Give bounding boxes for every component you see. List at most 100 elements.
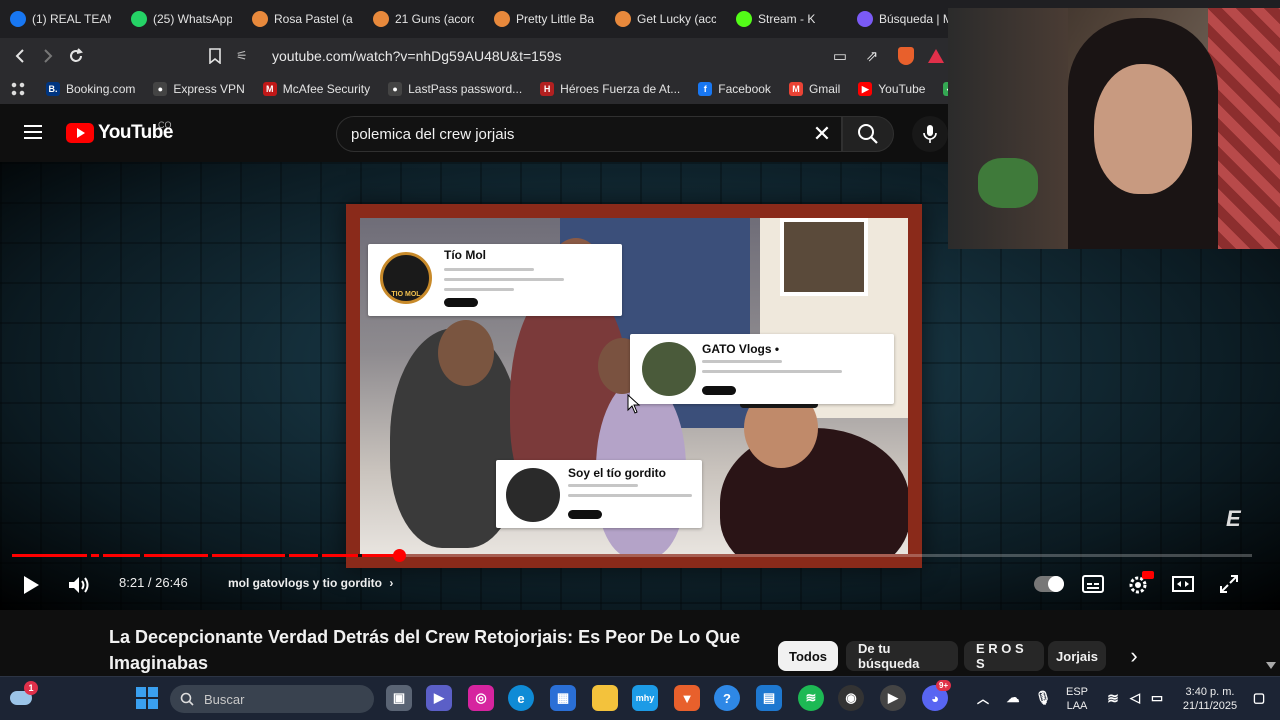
weather-widget[interactable]: 1 (8, 681, 38, 711)
tio-gordito-avatar (506, 468, 560, 522)
chapter-button[interactable]: mol gatovlogs y tio gordito › (228, 576, 393, 590)
tab-title: Búsqueda | M (879, 12, 953, 26)
volume-button[interactable] (64, 572, 94, 598)
battery-button[interactable]: ▭ (1144, 685, 1170, 711)
search-input[interactable]: polemica del crew jorjais (336, 116, 842, 152)
file-explorer-button[interactable] (592, 685, 618, 711)
settings-button[interactable] (1124, 571, 1154, 599)
subscribe-pill (444, 298, 478, 307)
tray-overflow-button[interactable]: ︿ (970, 685, 996, 711)
obs-button[interactable]: ◉ (838, 685, 864, 711)
messenger-app-button[interactable]: mhy (632, 685, 658, 711)
help-button[interactable]: ? (714, 685, 740, 711)
back-button[interactable] (6, 42, 34, 70)
teams-button[interactable]: ▶ (426, 685, 452, 711)
forward-button[interactable] (34, 42, 62, 70)
share-button[interactable]: ⇗ (858, 42, 886, 70)
browser-tab[interactable]: Pretty Little Ba (484, 0, 605, 38)
channel-card-tio-gordito: Soy el tío gordito (496, 460, 702, 528)
browser-tab[interactable]: Get Lucky (acc (605, 0, 726, 38)
chips-next-button[interactable]: › (1122, 643, 1146, 668)
chapter-marker (208, 554, 212, 557)
fullscreen-button[interactable] (1216, 572, 1242, 596)
brave-shields-button[interactable] (892, 42, 920, 70)
tab-title: Get Lucky (acc (637, 12, 716, 26)
brave-taskbar-button[interactable]: ▼ (674, 685, 700, 711)
chevron-right-icon: › (389, 576, 394, 590)
discord-button[interactable]: ◕ 9+ (922, 680, 952, 711)
reload-button[interactable] (62, 42, 90, 70)
notifications-button[interactable]: ▢ (1246, 685, 1272, 711)
hd-badge-icon (1142, 571, 1154, 579)
menu-hamburger-icon[interactable] (24, 125, 42, 139)
video-progress-bar[interactable] (12, 549, 1252, 562)
spotify-button[interactable]: ≋ (798, 685, 824, 711)
browser-tab[interactable]: (1) REAL TEAM (0, 0, 121, 38)
bookmark-item[interactable]: ● LastPass password... (388, 82, 522, 96)
youtube-logo[interactable]: YouTube (66, 122, 173, 144)
filter-chip[interactable]: Todos (778, 641, 838, 671)
channel-watermark-icon[interactable]: E (1226, 506, 1241, 532)
site-settings-icon[interactable]: ⚟ (236, 48, 258, 64)
edge-button[interactable]: e (508, 685, 534, 711)
tray-mic-button[interactable]: 🎙 (1030, 685, 1056, 711)
browser-tab[interactable]: 21 Guns (acorc (363, 0, 484, 38)
store-button[interactable]: ▦ (550, 685, 576, 711)
bookmark-item[interactable]: f Facebook (698, 82, 771, 96)
webcam-overlay (948, 8, 1280, 249)
bookmark-button[interactable] (201, 42, 229, 70)
autoplay-play-icon (1048, 576, 1064, 592)
media-player-button[interactable]: ▶ (880, 685, 906, 711)
bookmark-item[interactable]: M McAfee Security (262, 82, 370, 96)
onedrive-icon: ☁ (1006, 690, 1020, 705)
browser-tab[interactable]: (25) WhatsApp (121, 0, 242, 38)
tray-cloud-button[interactable]: ☁ (1000, 685, 1026, 711)
bookmark-item[interactable]: M Gmail (788, 82, 840, 96)
voice-search-button[interactable] (912, 116, 948, 152)
webcam-curtain (1208, 8, 1280, 249)
play-button[interactable] (18, 572, 44, 598)
language-indicator[interactable]: ESP LAA (1062, 685, 1092, 713)
terminal-button[interactable]: ▤ (756, 685, 782, 711)
text-line (702, 360, 782, 363)
filter-chip[interactable]: Jorjais (1048, 641, 1106, 671)
subtitles-button[interactable] (1080, 572, 1106, 596)
browser-tab[interactable]: Rosa Pastel (ac (242, 0, 363, 38)
search-button[interactable] (842, 116, 894, 152)
layout-text: LAA (1066, 700, 1088, 712)
filter-chip[interactable]: E R O S S (964, 641, 1044, 671)
language-text: ESP (1065, 686, 1088, 698)
bookmark-item[interactable]: H Héroes Fuerza de At... (540, 82, 680, 96)
clock[interactable]: 3:40 p. m. 21/11/2025 (1174, 685, 1246, 713)
progress-scrubber-handle[interactable] (393, 549, 406, 562)
scroll-down-arrow-icon[interactable] (1266, 662, 1276, 669)
tio-mol-logo-text: TIO MOL (391, 291, 421, 298)
cast-button[interactable]: ▭ (826, 42, 854, 70)
store-icon: ▦ (556, 690, 570, 705)
text-line (568, 494, 692, 497)
bookmark-item[interactable]: ▶ YouTube (858, 82, 925, 96)
wifi-icon: ≋ (1107, 689, 1119, 706)
windows-taskbar: 1 Buscar ▣ ▶ ◎ e ▦ mhy ▼ ? ▤ ≋ ◉ ▶ ◕ 9+ … (0, 676, 1280, 720)
speaker-icon: ◁ (1130, 690, 1140, 705)
browser-tab[interactable]: Stream - K (726, 0, 847, 38)
bookmark-item[interactable]: B. Booking.com (46, 82, 135, 96)
share-icon: ⇗ (865, 48, 879, 65)
taskbar-search-input[interactable]: Buscar (170, 685, 374, 713)
chapter-marker (285, 554, 289, 557)
task-view-button[interactable]: ▣ (386, 685, 412, 711)
filter-chip[interactable]: De tu búsqueda (846, 641, 958, 671)
bookmark-item[interactable]: ● Express VPN (153, 82, 245, 96)
instagram-button[interactable]: ◎ (468, 685, 494, 711)
autoplay-toggle[interactable] (1034, 576, 1064, 592)
text-line (444, 268, 534, 271)
theater-mode-button[interactable] (1170, 572, 1196, 596)
facebook-icon: f (698, 82, 713, 96)
task-view-icon: ▣ (392, 690, 406, 705)
clear-search-button[interactable]: ✕ (810, 119, 834, 149)
brave-rewards-button[interactable] (922, 42, 950, 70)
bookmark-label: Facebook (718, 82, 771, 96)
notification-bell-icon: ▢ (1252, 690, 1266, 705)
apps-grid-icon[interactable] (10, 81, 26, 97)
start-button[interactable] (134, 685, 160, 711)
